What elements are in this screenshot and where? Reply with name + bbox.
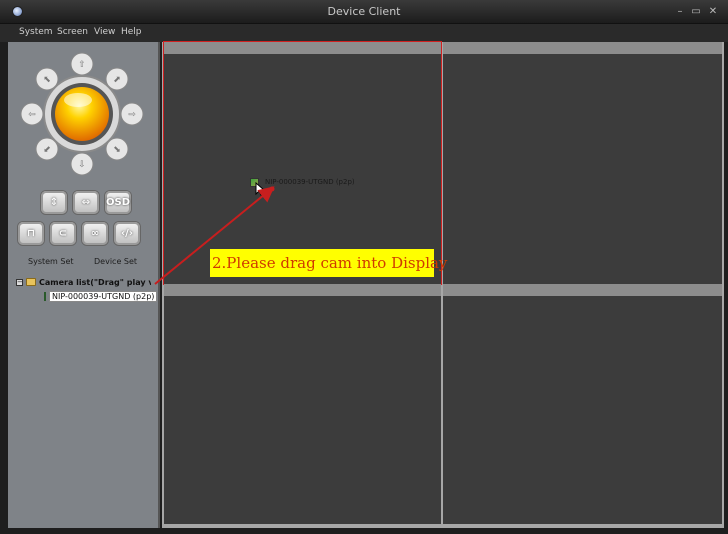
- camera-item[interactable]: NIP-000039-UTGND (p2p): [44, 290, 158, 302]
- collapse-toggle[interactable]: −: [16, 278, 23, 286]
- menu-help[interactable]: Help: [121, 27, 142, 37]
- ptz-joystick-icon[interactable]: ⇧ ⇩ ⇦ ⇨ ⬉ ⬈ ⬋ ⬊: [18, 50, 146, 178]
- display-pane-3[interactable]: [164, 284, 441, 524]
- display-pane-2[interactable]: [443, 42, 722, 284]
- camera-tree: − Camera list("Drag" play vi NIP-000039-…: [16, 276, 158, 302]
- zoom-in-button[interactable]: ⊓: [17, 221, 45, 246]
- horizontal-flip-button[interactable]: ⇔: [72, 190, 100, 215]
- svg-text:⬊: ⬊: [113, 145, 121, 155]
- svg-text:⇩: ⇩: [78, 160, 86, 170]
- svg-text:⇧: ⇧: [78, 60, 86, 70]
- menu-bar: System Screen View Help: [0, 24, 728, 42]
- system-set-link[interactable]: System Set: [28, 257, 74, 266]
- menu-view[interactable]: View: [94, 27, 115, 37]
- zoom-out-button[interactable]: ⊂: [49, 221, 77, 246]
- display-pane-4[interactable]: [443, 284, 722, 524]
- device-set-link[interactable]: Device Set: [94, 257, 137, 266]
- osd-button[interactable]: OSD: [104, 190, 132, 215]
- dragged-camera-label: NIP-000039-UTGND (p2p): [265, 178, 355, 186]
- ptz-button-row-1: ⇕ ⇔ OSD: [40, 190, 132, 215]
- menu-screen[interactable]: Screen: [57, 27, 88, 37]
- svg-text:⇦: ⇦: [28, 110, 36, 120]
- svg-text:⬈: ⬈: [113, 75, 121, 85]
- menu-system[interactable]: System: [19, 27, 53, 37]
- vertical-flip-button[interactable]: ⇕: [40, 190, 68, 215]
- camera-list-node[interactable]: − Camera list("Drag" play vi: [16, 276, 156, 288]
- control-panel: ⇧ ⇩ ⇦ ⇨ ⬉ ⬈ ⬋ ⬊ ⇕ ⇔ OSD ⊓ ⊂ ∞ ‹/› System Set…: [8, 42, 160, 528]
- svg-text:⬋: ⬋: [43, 145, 51, 155]
- close-button[interactable]: ✕: [706, 5, 720, 18]
- folder-icon: [26, 278, 36, 286]
- svg-text:⬉: ⬉: [43, 75, 51, 85]
- camera-list-label: Camera list("Drag" play vi: [39, 277, 151, 287]
- pane-header: [164, 42, 441, 54]
- cursor-icon: [255, 182, 265, 196]
- pane-header: [164, 284, 441, 296]
- minimize-button[interactable]: –: [673, 5, 687, 18]
- instruction-callout: 2.Please drag cam into Display: [210, 249, 447, 277]
- display-area: [162, 41, 724, 528]
- pane-header: [443, 284, 722, 296]
- camera-item-label: NIP-000039-UTGND (p2p): [49, 290, 158, 302]
- title-bar: Device Client – ▭ ✕: [0, 0, 728, 24]
- cruise-button[interactable]: ∞: [81, 221, 109, 246]
- focus-button[interactable]: ‹/›: [113, 221, 141, 246]
- pane-header: [443, 42, 722, 54]
- ptz-button-row-2: ⊓ ⊂ ∞ ‹/›: [17, 221, 141, 246]
- camera-icon: [44, 291, 46, 301]
- display-pane-1[interactable]: [163, 41, 442, 285]
- window-title: Device Client: [327, 5, 401, 18]
- svg-text:⇨: ⇨: [128, 110, 136, 120]
- maximize-button[interactable]: ▭: [689, 5, 703, 18]
